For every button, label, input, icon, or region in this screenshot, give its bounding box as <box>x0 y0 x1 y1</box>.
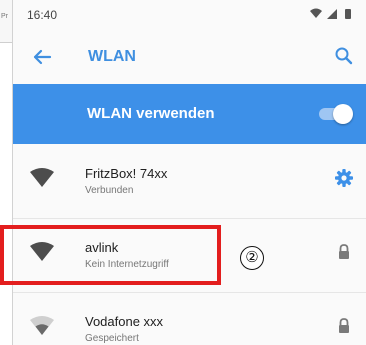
network-item-fritzbox[interactable]: FritzBox! 74xx Verbunden <box>13 144 366 212</box>
page-title: WLAN <box>88 48 136 65</box>
network-item-vodafone[interactable]: Vodafone xxx Gespeichert <box>13 292 366 345</box>
network-status: Verbunden <box>85 185 134 196</box>
battery-icon <box>345 9 351 19</box>
document-edge-text: Pr <box>1 13 8 20</box>
wlan-master-toggle[interactable]: WLAN verwenden <box>13 84 366 144</box>
wlan-master-label: WLAN verwenden <box>87 105 215 122</box>
network-name: Vodafone xxx <box>85 314 164 329</box>
network-status: Gespeichert <box>85 333 139 344</box>
phone-screen: 16:40 WLAN WLAN verwenden FritzBox! 74xx <box>12 0 366 345</box>
status-bar: 16:40 <box>13 0 366 28</box>
gear-icon[interactable] <box>334 168 354 188</box>
wlan-switch[interactable] <box>315 104 353 124</box>
arrow-back-icon[interactable] <box>31 46 53 68</box>
step-marker: ② <box>240 246 264 270</box>
lock-icon <box>339 318 349 333</box>
wifi-full-icon <box>30 168 54 187</box>
switch-thumb <box>333 104 353 124</box>
status-icons <box>310 8 351 19</box>
app-bar: WLAN <box>13 28 366 84</box>
search-icon[interactable] <box>333 45 355 67</box>
status-time: 16:40 <box>27 8 58 22</box>
wifi-icon <box>310 8 322 18</box>
signal-icon <box>327 9 337 19</box>
lock-icon <box>339 244 349 259</box>
highlight-box <box>0 225 221 285</box>
network-name: FritzBox! 74xx <box>85 166 168 181</box>
wifi-weak-icon <box>30 316 54 335</box>
